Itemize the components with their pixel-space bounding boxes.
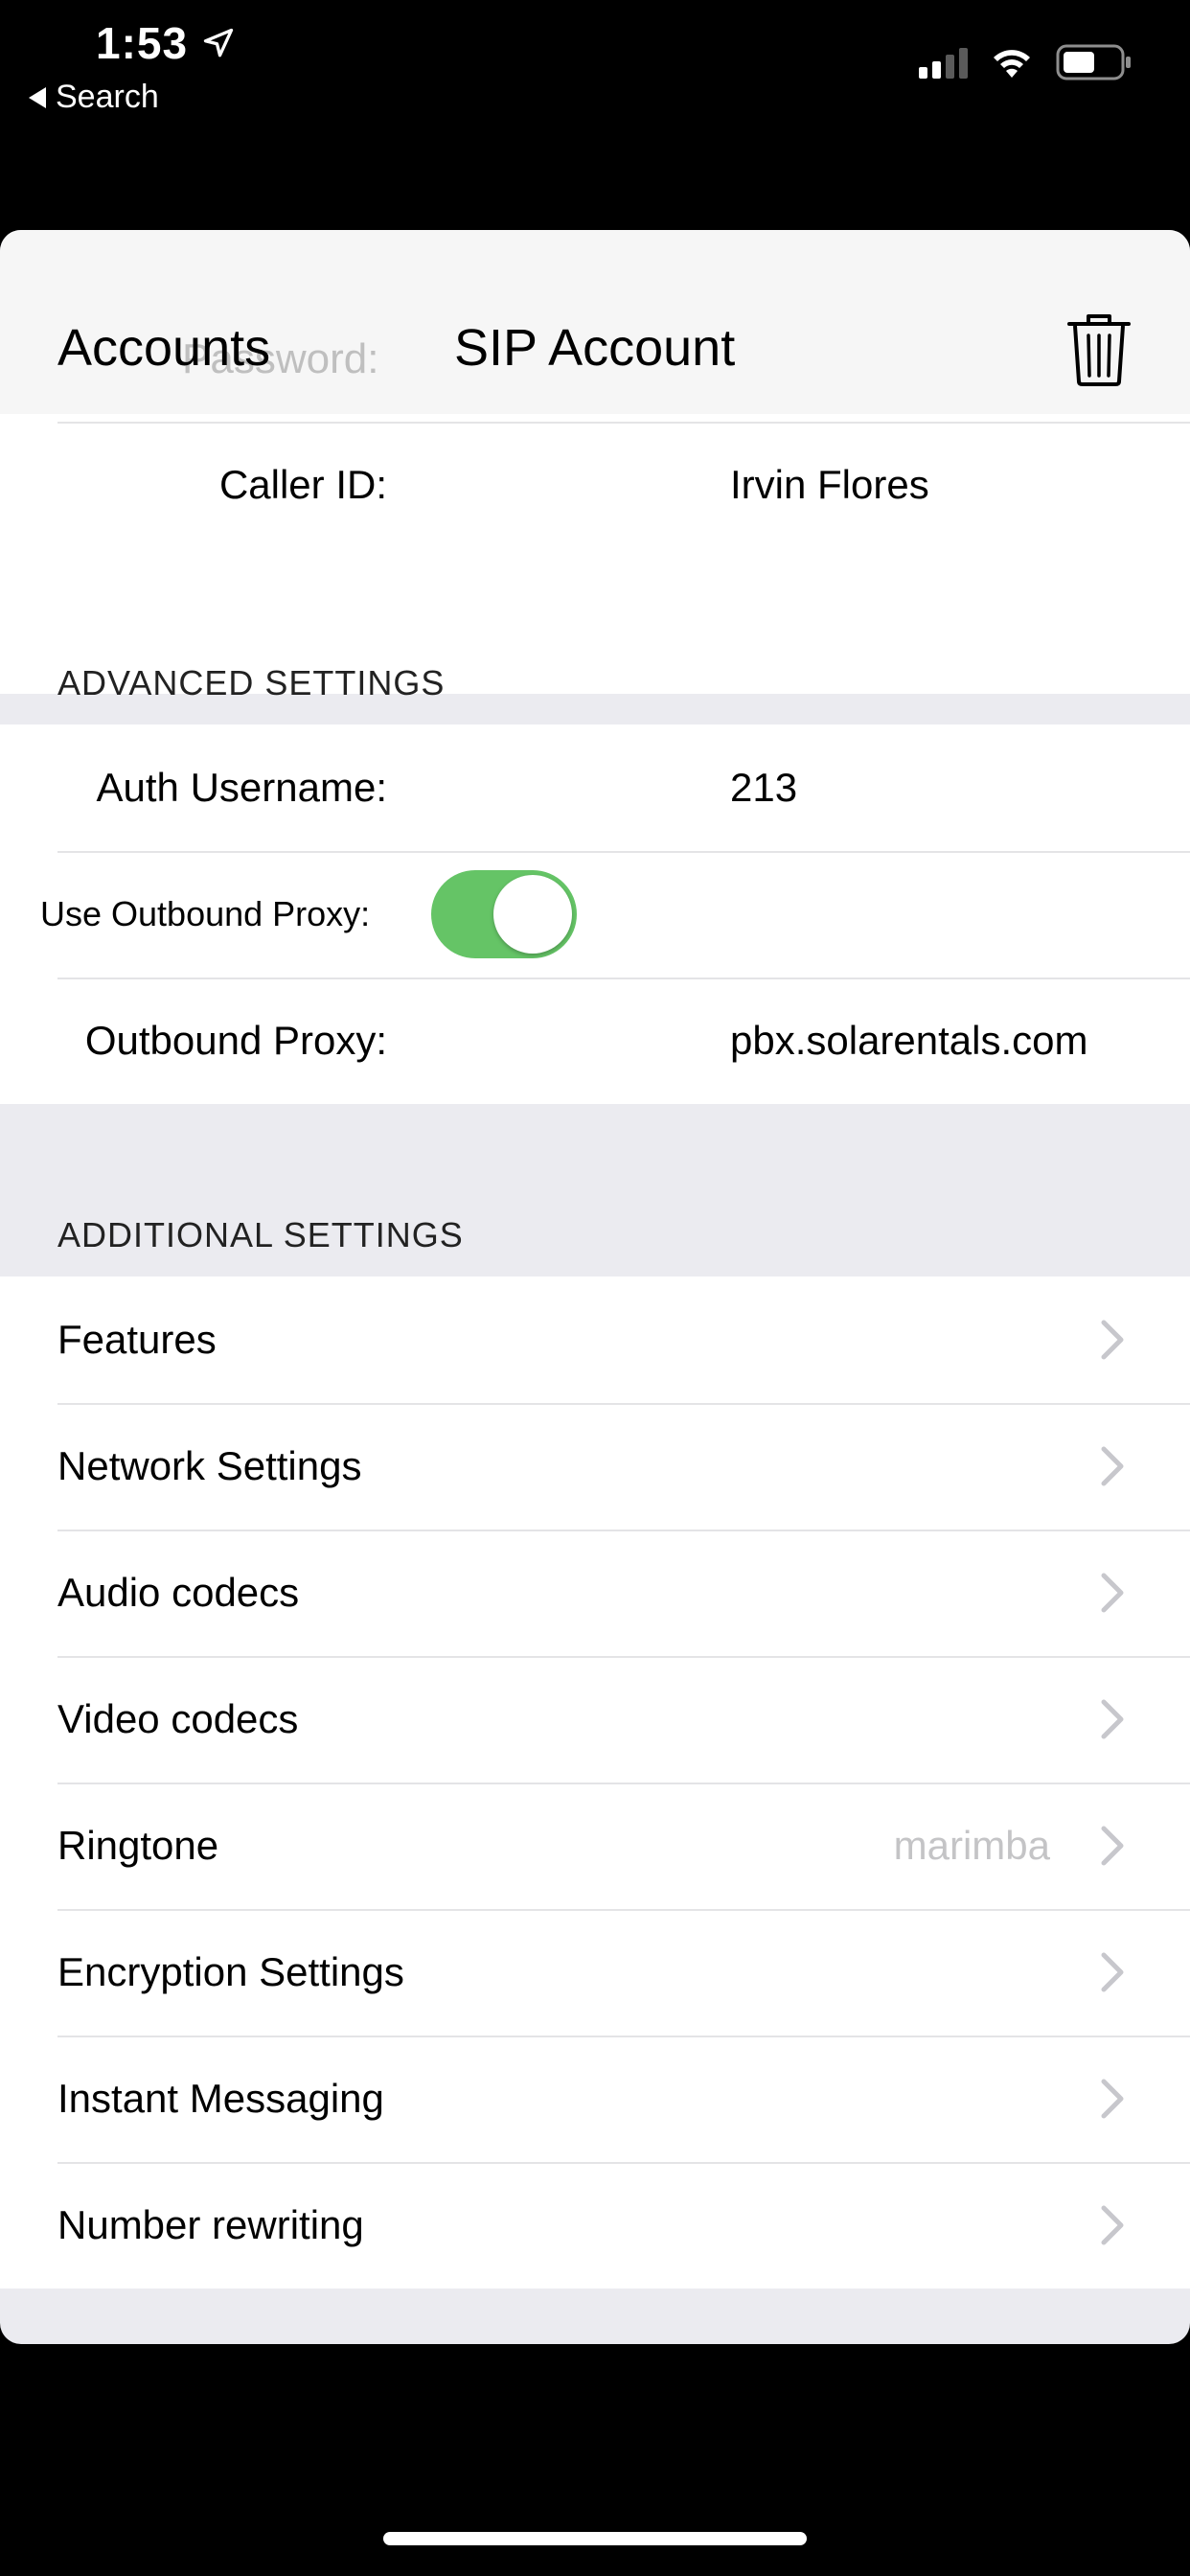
menu-item-label: Network Settings xyxy=(57,1443,362,1488)
delete-account-button[interactable] xyxy=(1065,312,1133,387)
menu-item-label: Ringtone xyxy=(57,1823,219,1868)
wifi-icon xyxy=(994,50,1030,78)
menu-item-encryption-settings[interactable]: Encryption Settings xyxy=(0,1909,1190,2036)
outbound-proxy-value[interactable]: pbx.solarentals.com xyxy=(730,1018,1088,1064)
chevron-right-icon xyxy=(1098,1950,1127,1994)
menu-item-label: Features xyxy=(57,1317,217,1362)
auth-username-value[interactable]: 213 xyxy=(730,765,797,811)
account-group: Caller ID: Irvin Flores xyxy=(0,374,1190,694)
menu-item-instant-messaging[interactable]: Instant Messaging xyxy=(0,2036,1190,2162)
additional-settings-group: Features Network Settings Audio codecs V… xyxy=(0,1276,1190,2288)
menu-item-label: Number rewriting xyxy=(57,2202,364,2247)
chevron-right-icon xyxy=(1098,1824,1127,1868)
auth-username-label: Auth Username: xyxy=(96,765,387,810)
caller-id-row[interactable]: Caller ID: Irvin Flores xyxy=(0,422,1190,548)
chevron-right-icon xyxy=(1098,1571,1127,1615)
row-separator xyxy=(57,422,1190,424)
chevron-right-icon xyxy=(1098,2077,1127,2121)
back-to-app-button[interactable]: Search xyxy=(29,79,159,116)
menu-item-label: Audio codecs xyxy=(57,1570,300,1615)
page-title: SIP Account xyxy=(454,319,736,377)
use-outbound-proxy-toggle[interactable] xyxy=(431,870,577,958)
menu-item-video-codecs[interactable]: Video codecs xyxy=(0,1656,1190,1782)
accounts-back-button[interactable]: Accounts xyxy=(57,318,270,378)
menu-item-label: Encryption Settings xyxy=(57,1949,404,1994)
chevron-right-icon xyxy=(1098,1444,1127,1488)
back-triangle-icon xyxy=(29,86,46,108)
menu-item-audio-codecs[interactable]: Audio codecs xyxy=(0,1530,1190,1656)
caller-id-label: Caller ID: xyxy=(218,462,387,507)
status-indicators xyxy=(919,44,1133,80)
outbound-proxy-row[interactable]: Outbound Proxy: pbx.solarentals.com xyxy=(0,978,1190,1104)
chevron-right-icon xyxy=(1098,1697,1127,1741)
status-time-text: 1:53 xyxy=(96,18,189,68)
additional-settings-header: ADDITIONAL SETTINGS xyxy=(57,1215,464,1254)
menu-item-label: Video codecs xyxy=(57,1696,299,1741)
trash-icon xyxy=(1067,314,1131,386)
outbound-proxy-label: Outbound Proxy: xyxy=(84,1018,387,1063)
auth-username-row[interactable]: Auth Username: 213 xyxy=(0,724,1190,851)
back-to-app-label: Search xyxy=(56,79,159,115)
caller-id-value[interactable]: Irvin Flores xyxy=(730,462,929,508)
menu-item-features[interactable]: Features xyxy=(0,1276,1190,1403)
ringtone-value: marimba xyxy=(893,1823,1050,1868)
advanced-settings-header: ADVANCED SETTINGS xyxy=(57,663,446,702)
chevron-right-icon xyxy=(1098,1318,1127,1362)
navigation-bar: Password: Accounts SIP Account xyxy=(0,230,1190,414)
home-indicator[interactable] xyxy=(383,2532,807,2545)
battery-icon xyxy=(1056,44,1131,80)
menu-item-ringtone[interactable]: Ringtone marimba xyxy=(0,1782,1190,1909)
advanced-settings-group: Auth Username: 213 Use Outbound Proxy: O… xyxy=(0,724,1190,1104)
menu-item-label: Instant Messaging xyxy=(57,2076,384,2121)
chevron-right-icon xyxy=(1098,2203,1127,2247)
use-outbound-proxy-label: Use Outbound Proxy: xyxy=(40,894,371,933)
toggle-knob xyxy=(493,875,572,954)
status-time: 1:53 xyxy=(96,17,236,69)
cellular-signal-icon xyxy=(919,46,968,79)
use-outbound-proxy-row: Use Outbound Proxy: xyxy=(0,851,1190,978)
menu-item-network-settings[interactable]: Network Settings xyxy=(0,1403,1190,1530)
menu-item-number-rewriting[interactable]: Number rewriting xyxy=(0,2162,1190,2288)
location-arrow-icon xyxy=(203,28,234,58)
sip-account-sheet: Caller ID: Irvin Flores Password: Accoun… xyxy=(0,230,1190,2344)
